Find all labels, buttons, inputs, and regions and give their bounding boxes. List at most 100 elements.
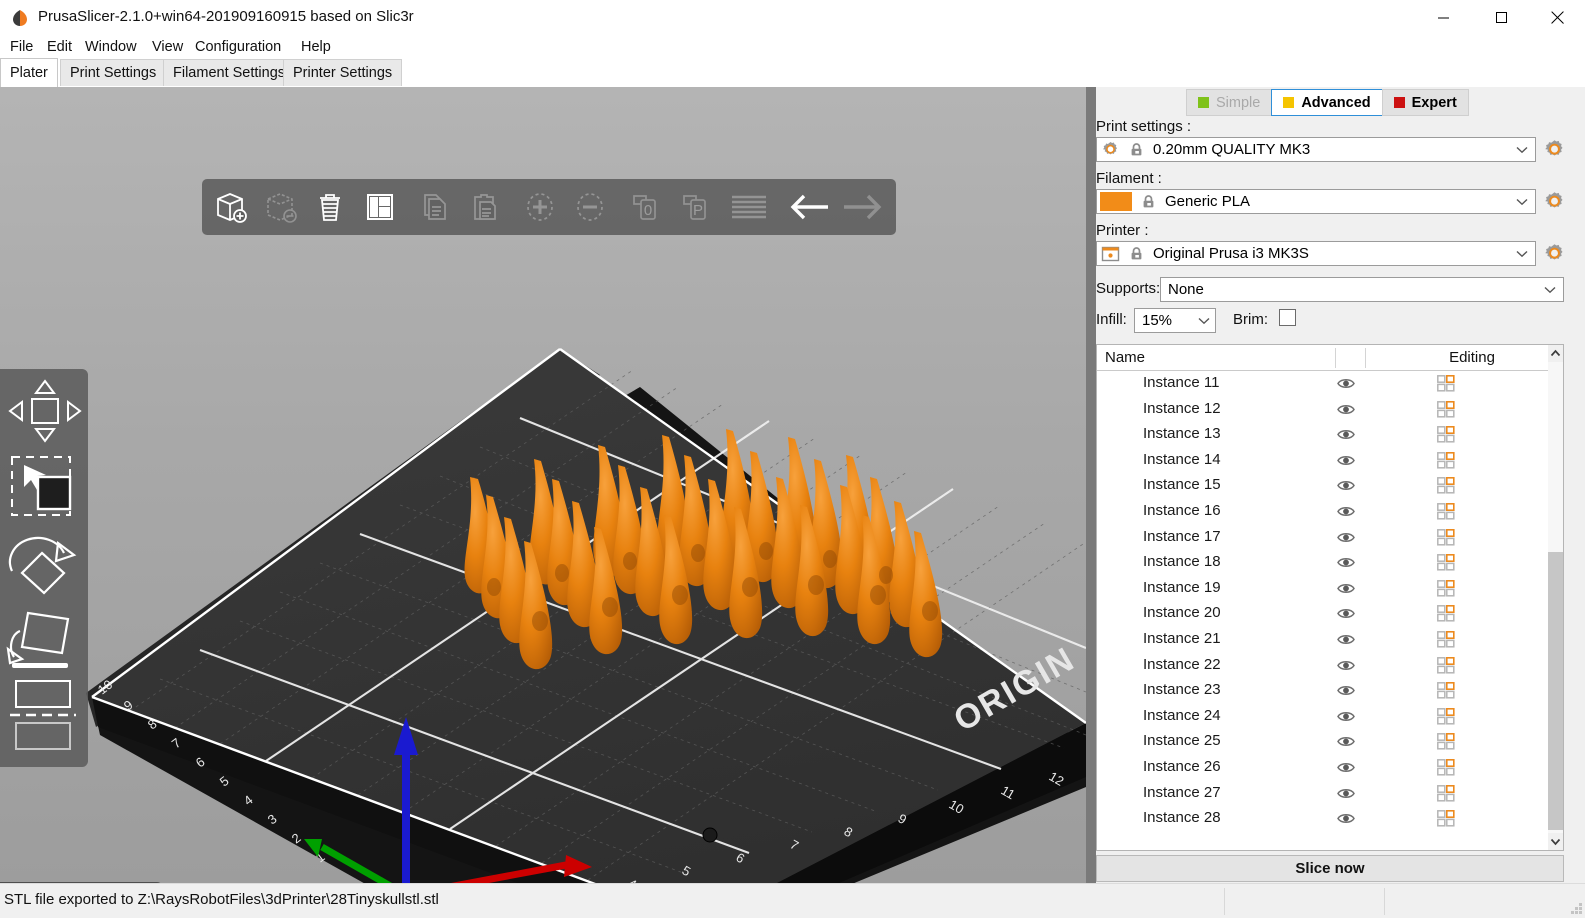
mode-advanced-button[interactable]: Advanced [1271, 89, 1383, 116]
scale-gizmo-icon[interactable] [2, 449, 86, 525]
move-gizmo-icon[interactable] [2, 373, 86, 449]
table-row[interactable]: Instance 12 [1097, 397, 1548, 423]
scroll-up-button[interactable] [1548, 345, 1563, 362]
scrollbar-thumb[interactable] [1548, 552, 1563, 830]
mode-simple-button[interactable]: Simple [1186, 89, 1273, 116]
eye-icon[interactable] [1337, 505, 1355, 518]
sidebar-splitter[interactable] [1086, 87, 1096, 883]
eye-icon[interactable] [1337, 659, 1355, 672]
eye-icon[interactable] [1337, 761, 1355, 774]
editing-grid-icon[interactable] [1437, 426, 1455, 443]
table-row[interactable]: Instance 23 [1097, 678, 1548, 704]
table-row[interactable]: Instance 17 [1097, 525, 1548, 551]
object-list-scrollbar[interactable] [1548, 345, 1563, 850]
eye-icon[interactable] [1337, 582, 1355, 595]
editing-grid-icon[interactable] [1437, 477, 1455, 494]
table-row[interactable]: Instance 13 [1097, 422, 1548, 448]
table-row[interactable]: Instance 21 [1097, 627, 1548, 653]
table-row[interactable]: Instance 11 [1097, 371, 1548, 397]
editing-grid-icon[interactable] [1437, 784, 1455, 802]
eye-icon[interactable] [1337, 710, 1355, 723]
supports-combo[interactable]: None [1160, 277, 1564, 302]
eye-icon[interactable] [1337, 479, 1355, 492]
editing-grid-icon[interactable] [1437, 554, 1455, 571]
editing-grid-icon[interactable] [1437, 451, 1455, 469]
eye-icon[interactable] [1337, 428, 1355, 441]
eye-icon[interactable] [1337, 787, 1355, 800]
printer-combo[interactable]: Original Prusa i3 MK3S [1096, 241, 1536, 266]
menu-edit[interactable]: Edit [41, 36, 78, 58]
tab-print-settings[interactable]: Print Settings [60, 59, 167, 87]
object-list-rows[interactable]: Instance 11 Instance 12 Instance 13 Instanc… [1097, 371, 1548, 850]
menu-help[interactable]: Help [295, 36, 337, 58]
menu-file[interactable]: File [4, 36, 39, 58]
editing-grid-icon[interactable] [1437, 758, 1455, 776]
minimize-button[interactable] [1421, 0, 1467, 36]
eye-icon[interactable] [1337, 454, 1355, 467]
menu-configuration[interactable]: Configuration [189, 36, 287, 58]
editing-grid-icon[interactable] [1437, 400, 1455, 418]
mode-expert-button[interactable]: Expert [1381, 89, 1469, 116]
editing-grid-icon[interactable] [1437, 502, 1455, 520]
editing-grid-icon[interactable] [1437, 682, 1455, 699]
editing-grid-icon[interactable] [1437, 579, 1455, 597]
tab-plater[interactable]: Plater [0, 58, 58, 87]
remove-instance-icon[interactable] [568, 185, 612, 229]
cut-gizmo-icon[interactable] [2, 677, 86, 753]
editing-grid-icon[interactable] [1437, 630, 1455, 648]
tab-printer-settings[interactable]: Printer Settings [283, 59, 403, 87]
edit-print-settings-button[interactable] [1544, 139, 1566, 161]
eye-icon[interactable] [1337, 684, 1355, 697]
filament-chevron-down-icon[interactable] [1509, 198, 1535, 206]
editing-grid-icon[interactable] [1437, 605, 1455, 622]
column-header-editing[interactable]: Editing [1402, 345, 1542, 370]
table-row[interactable]: Instance 20 [1097, 601, 1548, 627]
delete-object-icon[interactable] [258, 185, 302, 229]
eye-icon[interactable] [1337, 812, 1355, 825]
tab-filament-settings[interactable]: Filament Settings [163, 59, 296, 87]
print-settings-chevron-down-icon[interactable] [1509, 146, 1535, 154]
3d-viewport[interactable]: ORIGIN 1 2 3 4 5 6 7 8 9 10 11 12 [0, 87, 1086, 883]
place-on-face-gizmo-icon[interactable] [2, 601, 86, 677]
table-row[interactable]: Instance 15 [1097, 473, 1548, 499]
printer-chevron-down-icon[interactable] [1509, 250, 1535, 258]
add-instance-icon[interactable] [518, 185, 562, 229]
table-row[interactable]: Instance 24 [1097, 704, 1548, 730]
infill-chevron-down-icon[interactable] [1193, 317, 1215, 325]
editing-grid-icon[interactable] [1437, 375, 1455, 392]
table-row[interactable]: Instance 25 [1097, 729, 1548, 755]
table-row[interactable]: Instance 14 [1097, 448, 1548, 474]
eye-icon[interactable] [1337, 556, 1355, 569]
undo-icon[interactable] [782, 185, 836, 229]
scrollbar-track[interactable] [1548, 362, 1563, 833]
eye-icon[interactable] [1337, 633, 1355, 646]
table-row[interactable]: Instance 27 [1097, 781, 1548, 807]
menu-view[interactable]: View [146, 36, 189, 58]
slice-now-button[interactable]: Slice now [1096, 855, 1564, 882]
close-button[interactable] [1535, 0, 1581, 36]
table-row[interactable]: Instance 19 [1097, 576, 1548, 602]
table-row[interactable]: Instance 22 [1097, 653, 1548, 679]
add-object-icon[interactable] [208, 185, 252, 229]
arrange-icon[interactable] [358, 185, 402, 229]
rotate-gizmo-icon[interactable] [2, 525, 86, 601]
redo-icon[interactable] [836, 185, 890, 229]
table-row[interactable]: Instance 16 [1097, 499, 1548, 525]
table-row[interactable]: Instance 26 [1097, 755, 1548, 781]
edit-printer-button[interactable] [1544, 243, 1566, 265]
column-header-name[interactable]: Name [1105, 345, 1145, 370]
scroll-down-button[interactable] [1548, 833, 1563, 850]
paste-icon[interactable] [462, 185, 506, 229]
editing-grid-icon[interactable] [1437, 707, 1455, 725]
filament-combo[interactable]: Generic PLA [1096, 189, 1536, 214]
resize-grip-icon[interactable] [1570, 903, 1583, 916]
variable-layer-height-icon[interactable] [724, 185, 768, 229]
edit-filament-button[interactable] [1544, 191, 1566, 213]
table-row[interactable]: Instance 28 [1097, 806, 1548, 832]
supports-chevron-down-icon[interactable] [1537, 286, 1563, 294]
menu-window[interactable]: Window [79, 36, 143, 58]
eye-icon[interactable] [1337, 403, 1355, 416]
editing-grid-icon[interactable] [1437, 656, 1455, 674]
eye-icon[interactable] [1337, 607, 1355, 620]
split-to-parts-icon[interactable]: P [672, 185, 716, 229]
